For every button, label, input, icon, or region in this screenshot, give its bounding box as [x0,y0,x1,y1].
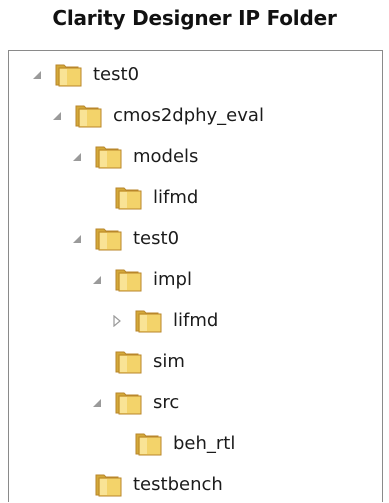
tree-item-label: cmos2dphy_eval [113,105,264,126]
tree-item-label: testbench [133,474,223,495]
folder-icon [53,62,83,88]
folder-icon [93,226,123,252]
expanded-triangle-icon[interactable] [91,397,103,409]
folder-tree-panel: test0 cmos2dphy_evalmodels lifmd test0 impl l… [8,50,383,502]
tree-item-label: test0 [93,64,140,85]
tree-item-label: impl [153,269,192,290]
tree-item[interactable]: sim [91,344,185,380]
expanded-triangle-icon[interactable] [31,69,43,81]
expanded-triangle-icon[interactable] [91,274,103,286]
tree-item-label: lifmd [153,187,199,208]
tree-item[interactable]: beh_rtl [111,426,235,462]
tree-item-label: sim [153,351,185,372]
folder-icon [133,308,163,334]
tree-item-label: src [153,392,180,413]
tree-item-label: beh_rtl [173,433,236,454]
tree-item[interactable]: test0 [71,221,179,257]
tree-item[interactable]: lifmd [111,303,218,339]
folder-icon [73,103,103,129]
tree-item[interactable]: models [71,139,198,175]
expanded-triangle-icon[interactable] [71,151,83,163]
tree-item[interactable]: testbench [71,467,223,503]
collapsed-triangle-icon[interactable] [111,315,123,327]
expanded-triangle-icon[interactable] [71,233,83,245]
tree-item[interactable]: src [91,385,179,421]
folder-icon [93,472,123,498]
tree-item-label: test0 [133,228,180,249]
tree-item-label: lifmd [173,310,219,331]
expanded-triangle-icon[interactable] [51,110,63,122]
tree-item[interactable]: cmos2dphy_eval [51,98,264,134]
folder-icon [113,390,143,416]
folder-icon [93,144,123,170]
folder-icon [113,267,143,293]
folder-icon [133,431,163,457]
tree-item[interactable]: lifmd [91,180,198,216]
tree-item-label: models [133,146,199,167]
tree-item[interactable]: test0 [31,57,139,93]
tree-item[interactable]: impl [91,262,192,298]
folder-icon [113,349,143,375]
folder-icon [113,185,143,211]
page-title: Clarity Designer IP Folder [52,6,337,30]
